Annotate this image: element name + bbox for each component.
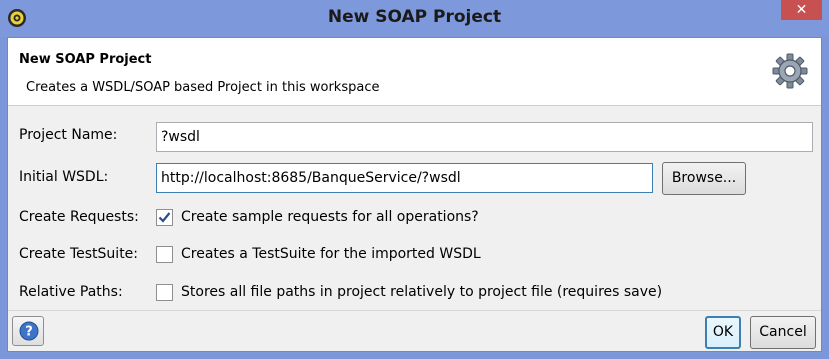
help-button[interactable]: ? — [12, 316, 44, 346]
help-icon: ? — [19, 321, 39, 341]
title-bar[interactable]: New SOAP Project ✕ — [0, 0, 829, 37]
relative-paths-checkbox[interactable] — [156, 284, 173, 301]
relative-paths-description: Stores all file paths in project relativ… — [181, 284, 663, 300]
footer-separator — [8, 310, 821, 311]
gear-icon — [772, 53, 808, 89]
initial-wsdl-input[interactable]: http://localhost:8685/BanqueService/?wsd… — [156, 163, 653, 193]
project-name-label: Project Name: — [19, 127, 118, 143]
project-name-input[interactable]: ?wsdl — [156, 122, 813, 152]
create-requests-checkbox[interactable] — [156, 209, 173, 226]
create-requests-label: Create Requests: — [19, 209, 139, 225]
svg-text:?: ? — [25, 325, 33, 340]
dialog-window: New SOAP Project ✕ New SOAP Project Crea… — [0, 0, 829, 359]
dialog-header: New SOAP Project Creates a WSDL/SOAP bas… — [8, 38, 821, 106]
cancel-button[interactable]: Cancel — [750, 316, 816, 349]
dialog-client-area: New SOAP Project Creates a WSDL/SOAP bas… — [7, 37, 822, 352]
create-testsuite-label: Create TestSuite: — [19, 246, 139, 262]
header-description: Creates a WSDL/SOAP based Project in thi… — [26, 80, 380, 95]
browse-button[interactable]: Browse... — [662, 162, 746, 195]
close-button[interactable]: ✕ — [781, 0, 822, 20]
relative-paths-label: Relative Paths: — [19, 284, 123, 300]
create-testsuite-checkbox[interactable] — [156, 246, 173, 263]
create-testsuite-description: Creates a TestSuite for the imported WSD… — [181, 246, 481, 262]
window-title: New SOAP Project — [327, 7, 502, 27]
checkmark-icon — [158, 212, 171, 223]
ok-button[interactable]: OK — [705, 316, 741, 349]
header-title: New SOAP Project — [19, 52, 152, 67]
initial-wsdl-label: Initial WSDL: — [19, 169, 109, 185]
create-requests-description: Create sample requests for all operation… — [181, 209, 479, 225]
